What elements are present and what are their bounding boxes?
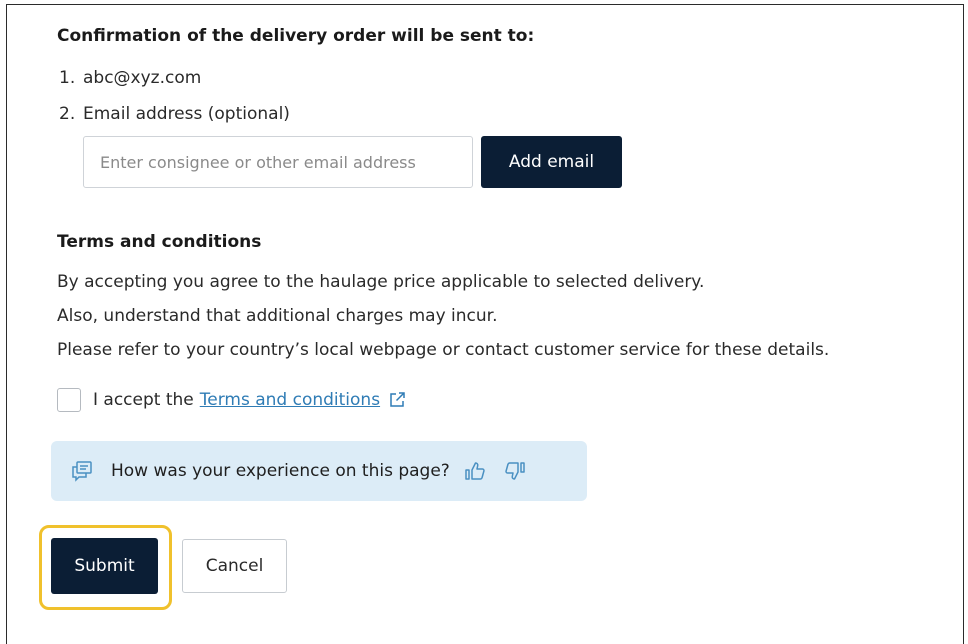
optional-email-list-item: 2. Email address (optional) xyxy=(59,104,290,124)
terms-paragraph: Also, understand that additional charges… xyxy=(57,306,498,326)
terms-heading: Terms and conditions xyxy=(57,232,262,252)
optional-email-label: Email address (optional) xyxy=(83,104,290,124)
terms-paragraph: By accepting you agree to the haulage pr… xyxy=(57,272,705,292)
recipient-list-item: 1. abc@xyz.com xyxy=(59,68,201,88)
accept-terms-label: I accept the xyxy=(93,390,194,410)
terms-paragraph: Please refer to your country’s local web… xyxy=(57,340,830,360)
feedback-question: How was your experience on this page? xyxy=(111,461,450,481)
list-number: 1. xyxy=(59,68,76,88)
submit-button[interactable]: Submit xyxy=(51,538,158,594)
accept-terms-row: I accept the Terms and conditions xyxy=(57,386,406,414)
thumbs-up-icon[interactable] xyxy=(464,460,486,482)
list-number: 2. xyxy=(59,104,76,124)
confirmation-heading: Confirmation of the delivery order will … xyxy=(57,26,535,46)
recipient-email: abc@xyz.com xyxy=(83,68,202,88)
terms-and-conditions-link[interactable]: Terms and conditions xyxy=(200,390,380,410)
cancel-button[interactable]: Cancel xyxy=(182,539,287,593)
thumbs-down-icon[interactable] xyxy=(504,460,526,482)
feedback-chat-icon xyxy=(71,460,93,482)
external-link-icon[interactable] xyxy=(388,391,406,409)
accept-terms-checkbox[interactable] xyxy=(57,388,81,412)
add-email-button[interactable]: Add email xyxy=(481,136,622,188)
feedback-banner: How was your experience on this page? xyxy=(51,441,587,501)
email-address-input[interactable] xyxy=(83,136,473,188)
